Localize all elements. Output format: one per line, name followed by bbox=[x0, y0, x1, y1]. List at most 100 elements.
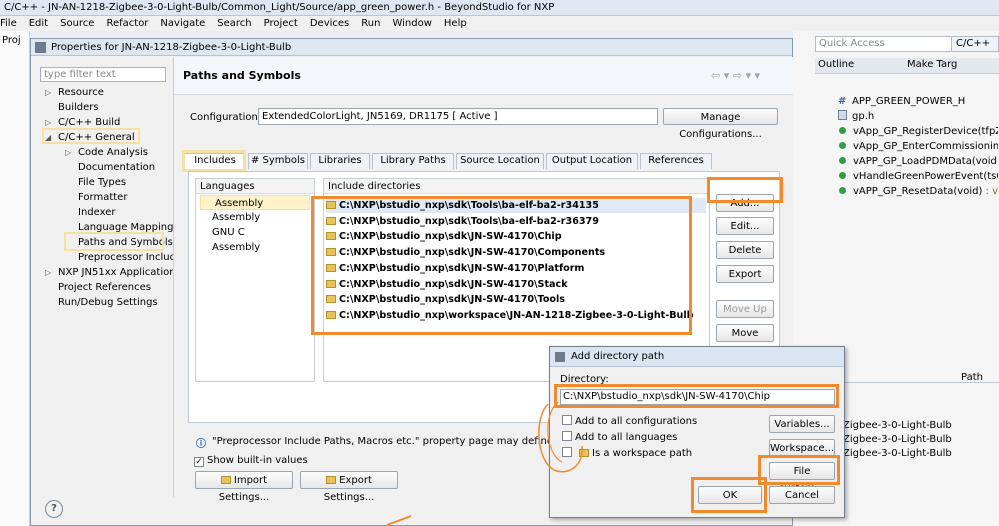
nav-item-formatter[interactable]: Formatter bbox=[65, 190, 127, 205]
language-item[interactable]: Assembly bbox=[198, 240, 308, 255]
language-item[interactable]: Assembly bbox=[200, 195, 310, 210]
nav-item-nxp-jn51xx-application[interactable]: ▷ NXP JN51xx Application bbox=[45, 265, 176, 280]
outline-item[interactable]: vAPP_GP_LoadPDMData(void) : vo bbox=[838, 154, 998, 169]
filter-input[interactable]: type filter text bbox=[40, 67, 166, 82]
outline-label: APP_GREEN_POWER_H bbox=[852, 96, 966, 107]
properties-window-icon bbox=[35, 42, 46, 53]
dialog-titlebar: Add directory path bbox=[550, 347, 844, 367]
function-icon bbox=[839, 187, 846, 194]
outline-item[interactable]: vApp_GP_RegisterDevice(tfpZCL_ bbox=[838, 124, 998, 139]
nav-arrows-icon[interactable]: ⇦ ▾ ⇨ ▾ ▾ bbox=[711, 69, 760, 82]
settings-tabs: Includes # Symbols Libraries Library Paths S… bbox=[184, 153, 784, 169]
configuration-label: Configuration: bbox=[190, 112, 262, 123]
annotation-include-dirs bbox=[311, 196, 692, 335]
project-explorer-strip: Proj bbox=[0, 31, 30, 526]
annotation-file-system-button bbox=[758, 455, 840, 485]
menu-item-navigate[interactable]: Navigate bbox=[160, 18, 205, 29]
project-row[interactable]: Zigbee-3-0-Light-Bulb bbox=[843, 433, 952, 447]
properties-title: Properties for JN-AN-1218-Zigbee-3-0-Lig… bbox=[31, 39, 792, 56]
language-item[interactable]: Assembly bbox=[198, 210, 308, 225]
edit-button[interactable]: Edit... bbox=[716, 217, 774, 235]
outline-label: vHandleGreenPowerEvent(tsGP_G bbox=[853, 171, 998, 182]
outline-item[interactable]: vApp_GP_EnterCommissioningM bbox=[838, 139, 998, 154]
tab-3[interactable]: Library Paths bbox=[372, 153, 454, 169]
move-down-button[interactable]: Move Down bbox=[716, 324, 774, 356]
outline-tab-bar: Outline Make Targ bbox=[815, 58, 999, 74]
annotation-cpp-general bbox=[42, 128, 140, 144]
quick-access-field[interactable]: Quick Access bbox=[815, 36, 965, 52]
nav-item-file-types[interactable]: File Types bbox=[65, 175, 126, 190]
tab-6[interactable]: References bbox=[640, 153, 712, 169]
info-text: "Preprocessor Include Paths, Macros etc.… bbox=[212, 436, 552, 447]
nav-item-run-debug-settings[interactable]: Run/Debug Settings bbox=[45, 295, 158, 310]
outline-item[interactable]: # APP_GREEN_POWER_H bbox=[838, 94, 998, 109]
annotation-bottom-mark bbox=[386, 515, 412, 526]
menu-item-devices[interactable]: Devices bbox=[310, 18, 349, 29]
macro-icon: # bbox=[838, 96, 847, 107]
outline-label: vAPP_GP_ResetData(void) bbox=[853, 186, 983, 197]
menu-item-refactor[interactable]: Refactor bbox=[106, 18, 148, 29]
move-up-button[interactable]: Move Up bbox=[716, 300, 774, 318]
nav-item-label: File Types bbox=[78, 177, 127, 188]
menu-item-window[interactable]: Window bbox=[392, 18, 431, 29]
tab-label: Source Location bbox=[460, 155, 540, 166]
menu-item-project[interactable]: Project bbox=[264, 18, 298, 29]
nav-item-documentation[interactable]: Documentation bbox=[65, 160, 155, 175]
variables-button[interactable]: Variables... bbox=[769, 415, 835, 433]
manage-configurations-button[interactable]: Manage Configurations... bbox=[663, 108, 778, 140]
cancel-button[interactable]: Cancel bbox=[769, 486, 835, 504]
outline-tab[interactable]: Outline bbox=[818, 59, 854, 70]
export-settings-button[interactable]: Export Settings... bbox=[300, 471, 398, 503]
language-label: Assembly bbox=[212, 212, 261, 223]
page-header: Paths and Symbols ⇦ ▾ ⇨ ▾ ▾ bbox=[174, 57, 793, 95]
expander-icon[interactable]: ▷ bbox=[45, 85, 58, 100]
nav-item-preprocessor-include[interactable]: Preprocessor Include bbox=[65, 250, 182, 265]
window-title: C/C++ - JN-AN-1218-Zigbee-3-0-Light-Bulb… bbox=[0, 0, 999, 16]
tab-2[interactable]: Libraries bbox=[310, 153, 370, 169]
outline-item[interactable]: vAPP_GP_ResetData(void) : void bbox=[838, 184, 998, 199]
nav-item-resource[interactable]: ▷ Resource bbox=[45, 85, 104, 100]
menu-item-source[interactable]: Source bbox=[60, 18, 94, 29]
languages-header: Languages bbox=[196, 179, 314, 194]
perspective-button[interactable]: C/C++ bbox=[951, 36, 999, 52]
languages-list: Languages Assembly Assembly GNU C Assembly bbox=[195, 178, 315, 382]
show-builtin-checkbox[interactable]: ✓ Show built-in values bbox=[194, 455, 308, 467]
export-icon bbox=[326, 476, 337, 484]
path-column-header: Path bbox=[961, 372, 983, 383]
project-row[interactable]: Zigbee-3-0-Light-Bulb bbox=[843, 447, 952, 461]
outline-label: vApp_GP_RegisterDevice(tfpZCL_ bbox=[853, 126, 998, 137]
nav-item-label: Preprocessor Include bbox=[78, 252, 183, 263]
nav-item-project-references[interactable]: Project References bbox=[45, 280, 151, 295]
tab-label: Output Location bbox=[551, 155, 633, 166]
tab-5[interactable]: Output Location bbox=[546, 153, 638, 169]
outline-item[interactable]: vHandleGreenPowerEvent(tsGP_G bbox=[838, 169, 998, 184]
expander-icon[interactable]: ▷ bbox=[65, 145, 78, 160]
function-icon bbox=[839, 127, 846, 134]
nav-item-builders[interactable]: Builders bbox=[45, 100, 99, 115]
project-row[interactable]: Zigbee-3-0-Light-Bulb bbox=[843, 419, 952, 433]
tab-4[interactable]: Source Location bbox=[456, 153, 544, 169]
project-explorer-tab[interactable]: Proj bbox=[2, 35, 21, 46]
annotation-add-button bbox=[707, 177, 783, 203]
export-button[interactable]: Export bbox=[716, 265, 774, 283]
make-targets-tab[interactable]: Make Targ bbox=[907, 59, 957, 70]
menu-item-help[interactable]: Help bbox=[444, 18, 467, 29]
nav-item-code-analysis[interactable]: ▷ Code Analysis bbox=[65, 145, 148, 160]
menu-item-search[interactable]: Search bbox=[217, 18, 251, 29]
configuration-select[interactable]: ExtendedColorLight, JN5169, DR1175 [ Act… bbox=[258, 108, 658, 125]
delete-button[interactable]: Delete bbox=[716, 241, 774, 259]
help-icon[interactable]: ? bbox=[45, 500, 63, 518]
menu-item-edit[interactable]: Edit bbox=[29, 18, 48, 29]
tab-1[interactable]: # Symbols bbox=[248, 153, 308, 169]
import-settings-button[interactable]: Import Settings... bbox=[195, 471, 293, 503]
menu-item-file[interactable]: File bbox=[0, 18, 17, 29]
annotation-includes-tab bbox=[182, 150, 246, 172]
language-item[interactable]: GNU C bbox=[198, 225, 308, 240]
nav-item-label: Formatter bbox=[78, 192, 128, 203]
outline-item[interactable]: gp.h bbox=[838, 109, 998, 124]
expander-icon[interactable]: ▷ bbox=[45, 265, 58, 280]
bottom-panel-header: Path bbox=[841, 369, 999, 383]
menu-item-run[interactable]: Run bbox=[361, 18, 380, 29]
tab-label: Libraries bbox=[318, 155, 362, 166]
nav-item-indexer[interactable]: Indexer bbox=[65, 205, 116, 220]
